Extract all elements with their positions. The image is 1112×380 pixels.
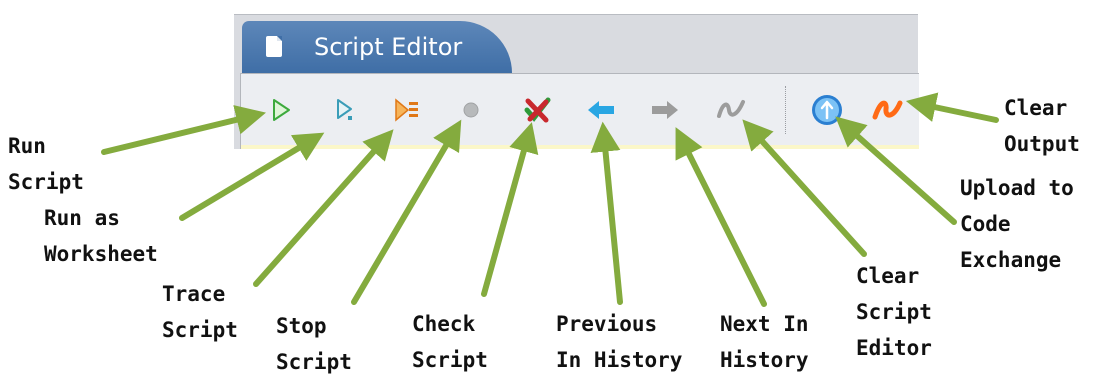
toolbar-separator xyxy=(785,86,786,134)
trace-script-button[interactable] xyxy=(387,90,427,130)
run-script-button[interactable] xyxy=(261,90,301,130)
squiggle-icon xyxy=(717,100,745,118)
label-trace-script: Trace Script xyxy=(162,282,238,342)
arrow-check-script xyxy=(481,122,539,297)
arrow-stop-script xyxy=(351,119,462,305)
clear-output-button[interactable] xyxy=(867,90,907,130)
arrow-right-icon xyxy=(652,101,678,119)
upload-to-code-exchange-button[interactable] xyxy=(807,90,847,130)
play-icon xyxy=(273,99,290,121)
play-worksheet-icon xyxy=(337,99,352,120)
arrow-run-as-worksheet xyxy=(179,132,325,221)
run-as-worksheet-button[interactable] xyxy=(325,90,365,130)
arrow-next-in-history xyxy=(675,127,767,307)
label-check-script: Check Script xyxy=(412,312,488,372)
previous-in-history-button[interactable] xyxy=(581,90,621,130)
next-in-history-button[interactable] xyxy=(645,90,685,130)
squiggle-icon xyxy=(872,100,903,120)
label-clear-output: Clear Output xyxy=(1004,96,1080,156)
label-next-in-history: Next In History xyxy=(720,312,809,372)
tab-script-editor[interactable]: Script Editor xyxy=(242,21,512,73)
editor-area[interactable] xyxy=(240,145,919,149)
arrow-clear-output xyxy=(905,92,999,123)
arrow-trace-script xyxy=(253,129,394,287)
label-clear-script-editor: Clear Script Editor xyxy=(856,264,932,360)
clear-script-editor-button[interactable] xyxy=(711,90,751,130)
label-previous-in-history: Previous In History xyxy=(556,312,683,372)
arrow-previous-in-history xyxy=(590,121,623,305)
script-toolbar xyxy=(240,73,919,147)
stop-script-button[interactable] xyxy=(451,90,491,130)
label-stop-script: Stop Script xyxy=(276,314,352,374)
label-run-as-worksheet: Run as Worksheet xyxy=(44,206,158,266)
label-run-script: Run Script xyxy=(8,134,84,194)
check-icon xyxy=(524,97,551,123)
script-editor-window: Script Editor xyxy=(234,14,919,149)
arrow-left-icon xyxy=(588,101,614,119)
upload-icon xyxy=(812,95,842,125)
stop-icon xyxy=(463,102,479,118)
tab-title: Script Editor xyxy=(314,33,463,61)
check-script-button[interactable] xyxy=(517,90,557,130)
document-icon xyxy=(266,36,282,57)
label-upload-to-code-exchange: Upload to Code Exchange xyxy=(960,176,1074,272)
arrow-run-script xyxy=(101,105,266,155)
trace-icon xyxy=(395,98,418,122)
